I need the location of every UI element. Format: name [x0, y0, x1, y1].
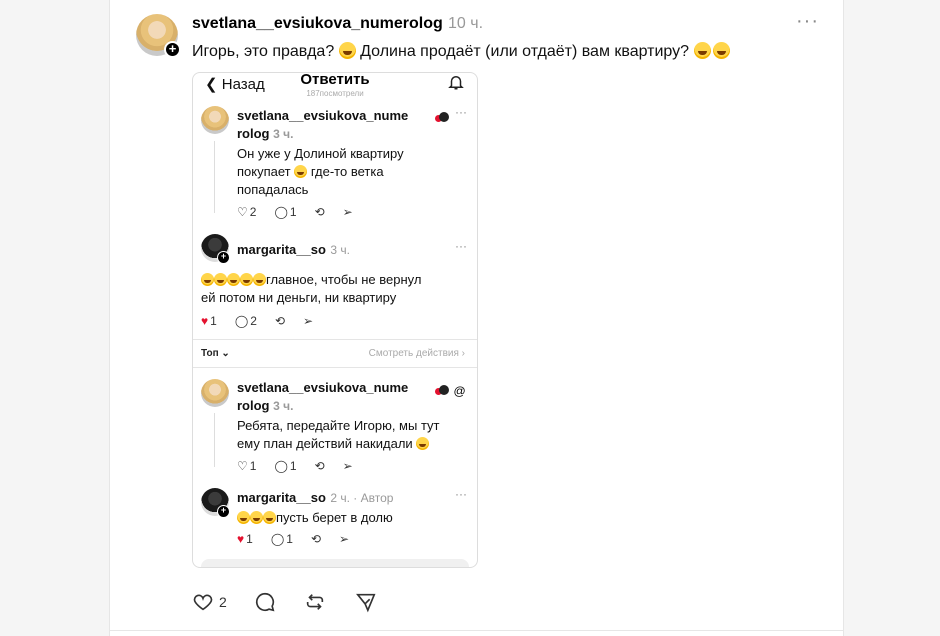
repost-icon: ⟲ — [310, 532, 321, 546]
author-username[interactable]: svetlana__evsiukova_numerolog — [192, 15, 443, 33]
post-text-part1: Игорь, это правда? — [192, 43, 335, 60]
comment-actions: ♥ 1 ◯ 1 ⟲ ➢ — [237, 532, 350, 546]
comment-icon — [255, 592, 275, 612]
laughing-emoji-icon — [338, 42, 356, 59]
heart-icon: ♡ — [237, 459, 248, 473]
heart-icon: ♥ — [237, 532, 245, 546]
comment-text: Он уже у Долиной квартиру покупает где-т… — [237, 146, 404, 197]
comment-time: 3 ч. — [330, 243, 350, 257]
share-icon: ➢ — [342, 459, 353, 473]
comment-time: 3 ч. — [273, 399, 294, 413]
comment-time: 3 ч. — [273, 127, 294, 141]
repost-icon: ⟲ — [314, 459, 325, 473]
comment-text: Ребята, передайте Игорю, мы тут ему план… — [237, 418, 440, 451]
share-icon: ➢ — [342, 205, 353, 219]
comment-button[interactable] — [254, 591, 276, 613]
comment-username: svetlana__evsiukova_nume rolog 3 ч. — [237, 108, 409, 141]
share-icon: ➢ — [339, 532, 350, 546]
reply-box — [201, 559, 469, 567]
comment-username: svetlana__evsiukova_nume rolog 3 ч. — [237, 380, 409, 413]
comment-icon: ◯ — [270, 532, 285, 546]
thread-line — [214, 413, 215, 467]
repost-icon: ⟲ — [314, 205, 325, 219]
laughing-emoji-icon — [294, 165, 308, 178]
divider — [193, 339, 477, 340]
comment-username: margarita__so 2 ч. · Автор — [237, 490, 394, 505]
views-count: 187посмотрели — [306, 89, 364, 98]
bell-icon — [448, 76, 464, 90]
sort-label: Топ ⌄ — [201, 348, 230, 359]
follow-plus-icon[interactable]: + — [164, 41, 181, 58]
share-icon — [356, 593, 376, 613]
comment-icon: ◯ — [234, 314, 249, 328]
comment-icon: ◯ — [274, 205, 288, 219]
comment-actions: ♡ 1 ◯ 1 ⟲ ➢ — [237, 459, 353, 473]
share-icon: ➢ — [303, 314, 314, 328]
rofl-emoji-icon — [712, 42, 730, 59]
thread-line — [214, 141, 215, 213]
screen-title: Ответить — [300, 72, 370, 88]
embedded-screenshot[interactable]: ❮ Назад Ответить 187посмотрели svetlana_… — [192, 72, 478, 568]
like-count: 2 — [219, 594, 227, 610]
verified-badges — [435, 109, 449, 127]
post-time[interactable]: 10 ч. — [448, 15, 483, 33]
divider — [110, 630, 843, 631]
comment-icon: ◯ — [274, 459, 288, 473]
post-text: Игорь, это правда? Долина продаёт (или о… — [192, 42, 730, 61]
share-button[interactable] — [355, 591, 377, 613]
repost-icon: ⟲ — [274, 314, 285, 328]
comment-actions: ♡ 2 ◯ 1 ⟲ ➢ — [237, 205, 353, 219]
see-activity-link: Смотреть действия › — [368, 348, 465, 359]
comment-text: пусть берет в долю — [237, 509, 393, 527]
plus-icon: + — [217, 505, 230, 518]
plus-icon: + — [217, 251, 230, 264]
more-icon: ··· — [455, 239, 467, 253]
heart-icon: ♥ — [201, 314, 209, 328]
heart-icon: ♡ — [237, 205, 248, 219]
verified-badges: @ — [435, 382, 466, 400]
repost-button[interactable] — [304, 591, 326, 613]
comment-avatar — [201, 106, 229, 134]
laughing-emoji-icon — [693, 42, 711, 59]
more-icon: ··· — [455, 487, 467, 501]
repost-icon — [306, 594, 324, 610]
comment-actions: ♥ 1 ◯ 2 ⟲ ➢ — [201, 314, 314, 328]
more-icon: ··· — [455, 105, 467, 119]
wink-emoji-icon — [416, 437, 430, 450]
divider — [193, 367, 477, 368]
comment-username: margarita__so 3 ч. — [237, 242, 350, 257]
comment-avatar — [201, 379, 229, 407]
like-button[interactable]: 2 — [192, 591, 227, 613]
post-text-part2: Долина продаёт (или отдаёт) вам квартиру… — [360, 43, 690, 60]
more-options-icon[interactable]: ··· — [796, 10, 819, 33]
heart-icon — [193, 594, 213, 611]
comment-time: 2 ч. · Автор — [330, 491, 394, 505]
comment-text: главное, чтобы не вернул ей потом ни ден… — [201, 272, 422, 305]
